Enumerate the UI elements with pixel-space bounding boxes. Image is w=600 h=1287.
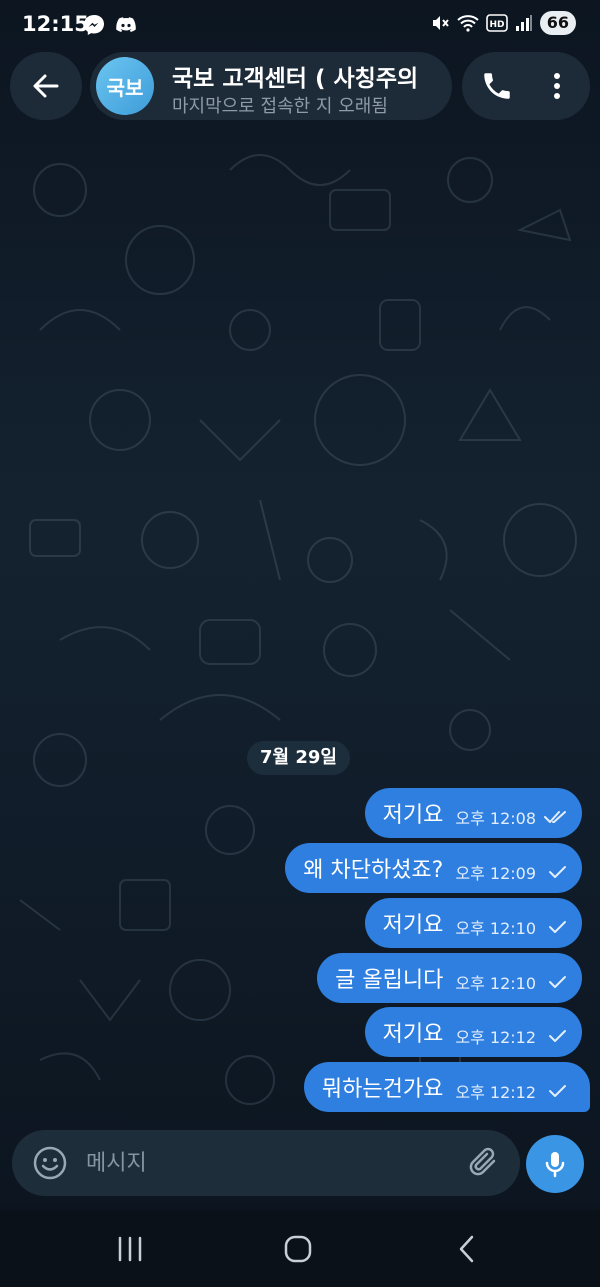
svg-text:HD: HD bbox=[489, 20, 504, 30]
nav-back-button[interactable] bbox=[448, 1232, 488, 1266]
check-icon bbox=[549, 976, 566, 988]
double-check-icon bbox=[544, 811, 566, 823]
message-time: 오후 12:10 bbox=[455, 974, 536, 993]
arrow-left-icon bbox=[33, 74, 59, 98]
message-bubble[interactable]: 글 올립니다 오후 12:10 bbox=[317, 953, 582, 1003]
message-bubble[interactable]: 저기요 오후 12:08 bbox=[364, 788, 582, 838]
chat-info-button[interactable]: 국보 국보 고객센터 ( 사칭주의 마지막으로 접속한 지 오래됨 bbox=[90, 52, 452, 120]
phone-icon bbox=[484, 73, 510, 99]
system-nav-bar bbox=[0, 1210, 600, 1287]
emoji-button[interactable] bbox=[32, 1145, 68, 1181]
message-bubble[interactable]: 왜 차단하셨죠? 오후 12:09 bbox=[285, 843, 582, 893]
message-bubble[interactable]: 저기요 오후 12:12 bbox=[364, 1007, 582, 1057]
more-vertical-icon bbox=[554, 73, 560, 99]
date-separator: 7월 29일 bbox=[247, 741, 350, 775]
message-input[interactable] bbox=[86, 1143, 446, 1183]
status-time: 12:15 bbox=[22, 12, 89, 36]
home-button[interactable] bbox=[278, 1232, 318, 1266]
message-text: 뭐하는건가요 bbox=[321, 1077, 444, 1102]
paperclip-icon bbox=[469, 1147, 496, 1176]
message-time: 오후 12:12 bbox=[455, 1083, 536, 1102]
avatar: 국보 bbox=[96, 57, 154, 115]
back-button[interactable] bbox=[10, 52, 82, 120]
battery-indicator: 66 bbox=[539, 11, 576, 35]
attach-button[interactable] bbox=[466, 1144, 504, 1182]
check-icon bbox=[549, 866, 566, 878]
chat-title: 국보 고객센터 ( 사칭주의 bbox=[172, 66, 419, 92]
status-bar: 12:15 HD 66 bbox=[0, 0, 600, 50]
signal-icon bbox=[515, 15, 532, 31]
message-time: 오후 12:08 bbox=[455, 809, 536, 828]
message-time: 오후 12:10 bbox=[455, 919, 536, 938]
message-text: 왜 차단하셨죠? bbox=[303, 858, 444, 883]
message-bubble[interactable]: 뭐하는건가요 오후 12:12 bbox=[303, 1062, 590, 1112]
voice-record-button[interactable] bbox=[526, 1135, 584, 1193]
message-bubble[interactable]: 저기요 오후 12:10 bbox=[364, 898, 582, 948]
message-text: 저기요 bbox=[382, 803, 444, 828]
smiley-icon bbox=[33, 1146, 67, 1180]
header-actions bbox=[462, 52, 590, 120]
wifi-icon bbox=[457, 15, 479, 32]
recent-apps-button[interactable] bbox=[110, 1232, 150, 1266]
check-icon bbox=[549, 1030, 566, 1042]
messenger-icon bbox=[84, 15, 104, 35]
chat-screen: 12:15 HD 66 국보 국보 고객센터 ( 사칭주의 마지막으로 접속한 … bbox=[0, 0, 600, 1287]
home-icon bbox=[284, 1235, 312, 1263]
check-icon bbox=[549, 1085, 566, 1097]
hd-icon: HD bbox=[485, 14, 508, 32]
call-button[interactable] bbox=[480, 69, 514, 103]
chevron-left-icon bbox=[459, 1235, 474, 1263]
last-seen-status: 마지막으로 접속한 지 오래됨 bbox=[172, 96, 388, 117]
message-text: 저기요 bbox=[382, 1022, 444, 1047]
message-composer bbox=[12, 1130, 520, 1196]
message-text: 글 올립니다 bbox=[335, 968, 444, 993]
message-text: 저기요 bbox=[382, 913, 444, 938]
message-time: 오후 12:12 bbox=[455, 1028, 536, 1047]
chat-header: 국보 국보 고객센터 ( 사칭주의 마지막으로 접속한 지 오래됨 bbox=[0, 50, 600, 122]
message-time: 오후 12:09 bbox=[455, 864, 536, 883]
mute-icon bbox=[432, 16, 449, 30]
discord-icon bbox=[116, 17, 136, 32]
microphone-icon bbox=[545, 1152, 565, 1178]
check-icon bbox=[549, 921, 566, 933]
recents-icon bbox=[118, 1236, 142, 1262]
more-menu-button[interactable] bbox=[542, 69, 572, 103]
